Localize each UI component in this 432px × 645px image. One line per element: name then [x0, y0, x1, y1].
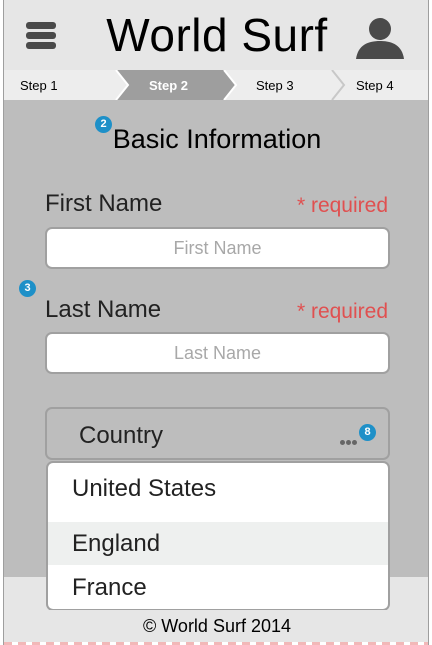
app-frame: World Surf Step 1 Step 2 Step 3 Step 4 2… [3, 0, 429, 645]
section-title: Basic Information [112, 124, 322, 154]
last-name-label: Last Name [45, 296, 162, 323]
country-option-france[interactable]: France [48, 566, 388, 609]
first-name-required-note: * required [296, 194, 388, 217]
annotation-badge: 8 [359, 424, 376, 441]
step-3-label: Step 3 [256, 78, 294, 93]
country-option-england[interactable]: England [48, 522, 388, 565]
step-2-label: Step 2 [149, 78, 189, 93]
copyright-text: © World Surf 2014 [143, 616, 291, 636]
annotation-badge: 3 [19, 280, 36, 297]
more-dots-icon [340, 432, 360, 445]
country-select[interactable]: Country 8 [45, 407, 390, 460]
user-avatar-icon[interactable] [354, 15, 406, 59]
step-4-label: Step 4 [356, 78, 394, 93]
step-1-label: Step 1 [20, 78, 58, 93]
first-name-label: First Name [45, 190, 163, 217]
last-name-input[interactable] [45, 332, 390, 374]
country-dropdown-list: United States England France [46, 461, 390, 611]
country-select-label: Country [79, 422, 164, 449]
first-name-input[interactable] [45, 227, 390, 269]
last-name-required-note: * required [296, 300, 388, 323]
country-option-united-states[interactable]: United States [48, 467, 388, 510]
page-footer: © World Surf 2014 [4, 610, 428, 645]
app-header: World Surf [4, 0, 428, 70]
